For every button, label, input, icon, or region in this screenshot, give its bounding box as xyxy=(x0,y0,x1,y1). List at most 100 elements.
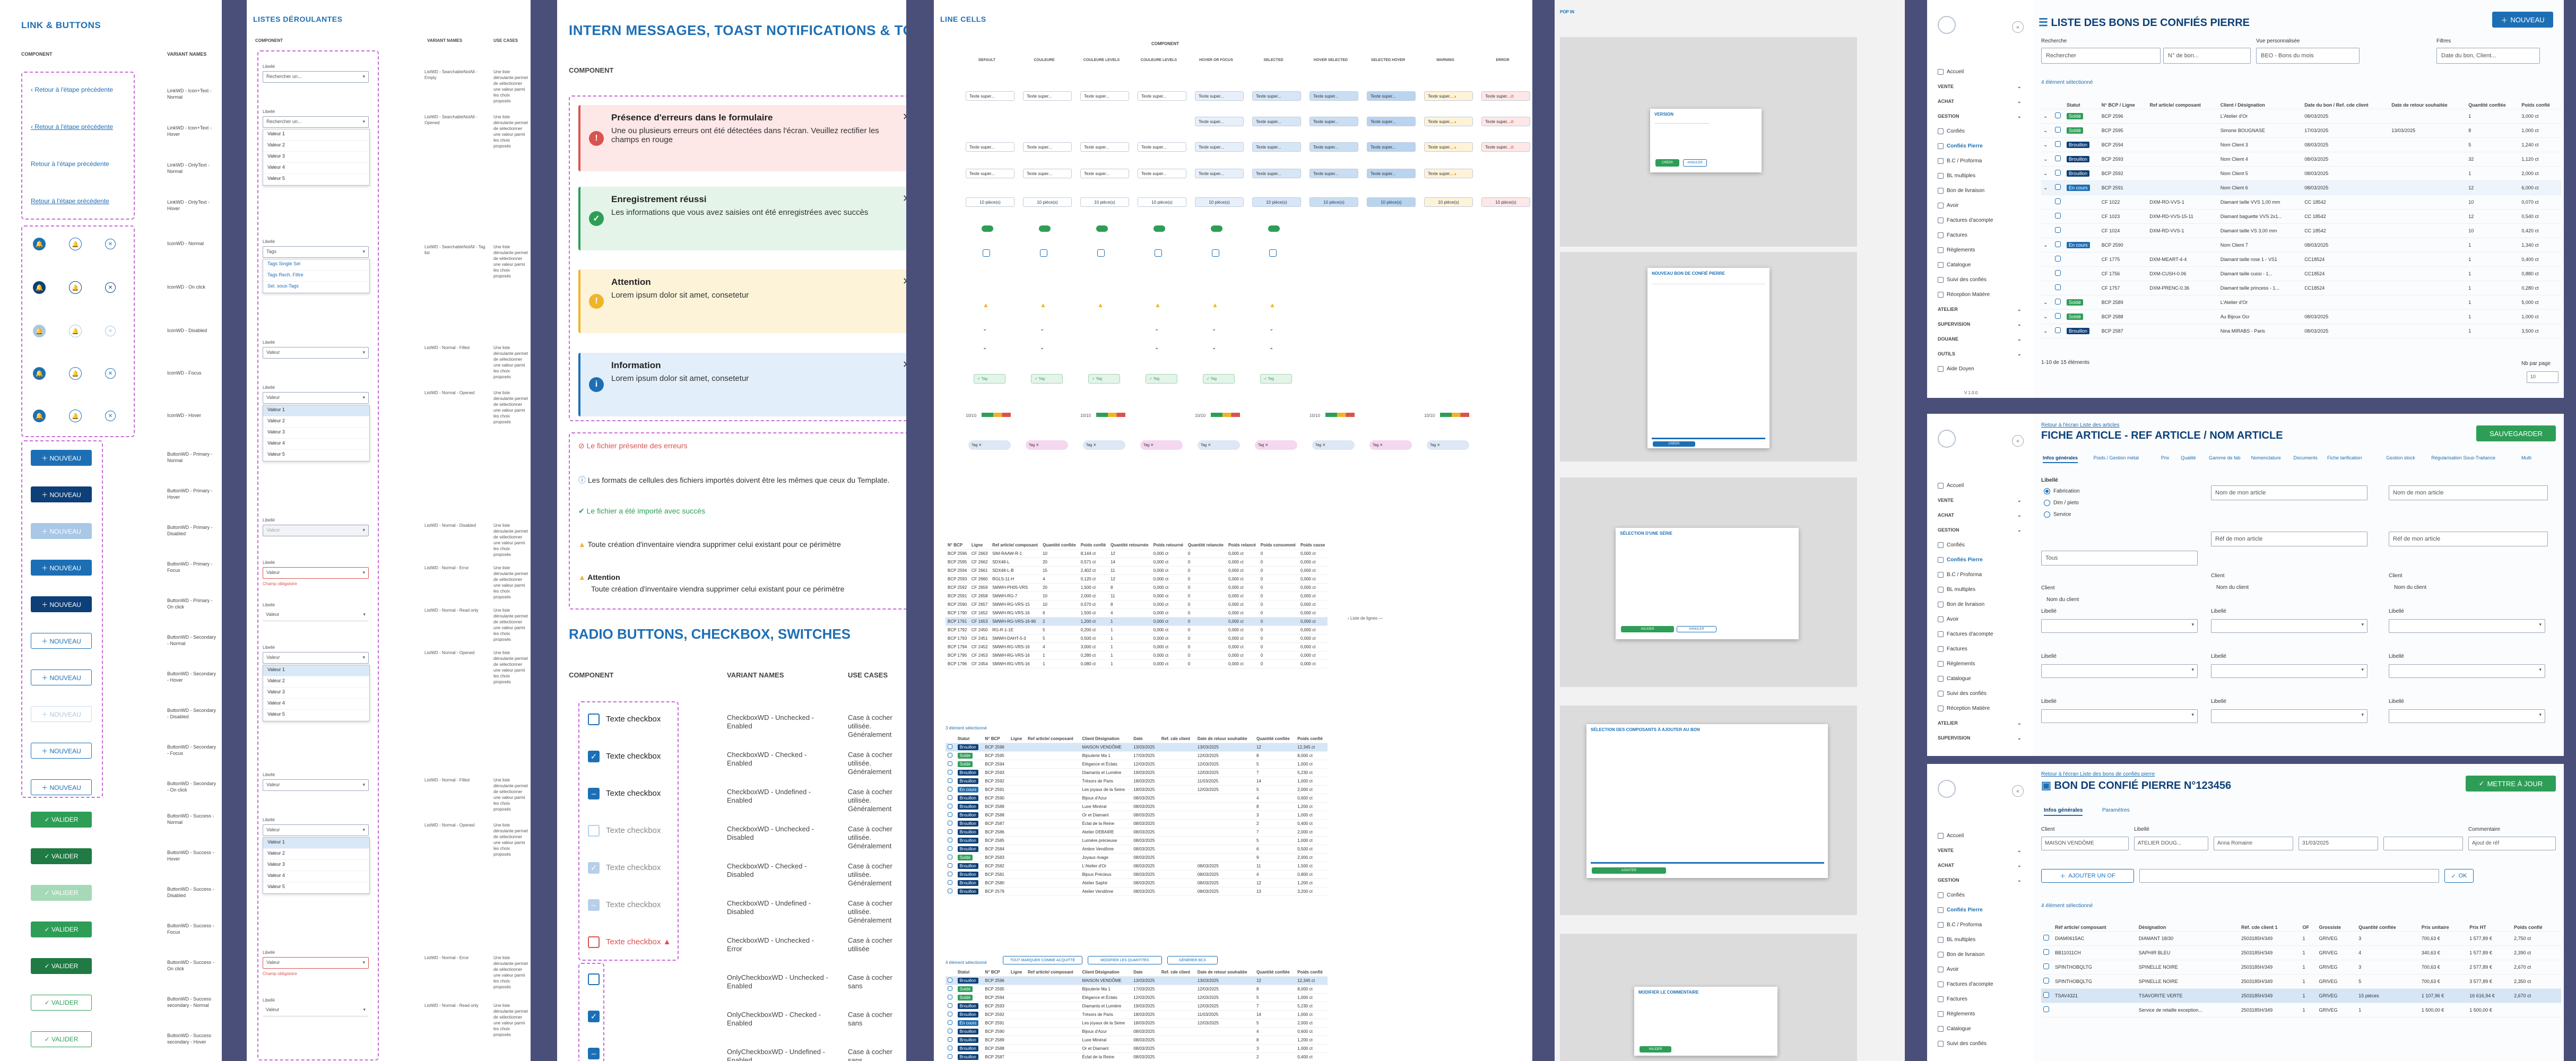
sidebar-item[interactable]: Factures d'acompte xyxy=(1938,631,1993,637)
sidebar-item[interactable]: B.C / Proforma xyxy=(1938,158,1982,164)
row-checkbox[interactable] xyxy=(948,880,952,885)
validate-button[interactable]: VALIDER xyxy=(1640,1046,1671,1053)
table-row[interactable]: BCP 1793 CF 2451 SMWH-DAHT-5-3 5 0,500 ct 1 0,… xyxy=(946,634,1328,643)
back-link-text[interactable]: Retour à l'étape précédente xyxy=(31,160,109,168)
close-icon[interactable]: ✕ xyxy=(105,368,116,379)
radio-icon[interactable] xyxy=(2044,511,2050,518)
sidebar-item[interactable]: BL multiples xyxy=(1938,587,1975,593)
table-row[interactable]: Brouillon BCP 2589 Luxe Minéral 08/03/2025 8… xyxy=(946,1036,1328,1045)
date-field-2[interactable] xyxy=(2383,837,2463,850)
row-checkbox[interactable] xyxy=(2055,213,2061,219)
table-row[interactable]: SPINTHOBQLTG SPINELLE NOIRE 2503185H/349 1 G… xyxy=(2041,960,2561,975)
chevron-icon[interactable]: ⌄ xyxy=(1040,326,1044,332)
row-checkbox[interactable] xyxy=(2055,256,2061,262)
sidebar-item[interactable]: Règlements xyxy=(1938,1011,1975,1017)
sidebar-item[interactable]: GESTION ⌄ xyxy=(1938,877,2022,883)
tab[interactable]: Qualité xyxy=(2181,455,2196,460)
table-row[interactable]: CF 1024 DXM-RD-VVS-1 Diamant taille VS 3,0… xyxy=(2041,223,2561,238)
cancel-button[interactable]: ANNULER xyxy=(1683,159,1707,167)
row-checkbox[interactable] xyxy=(948,761,952,766)
text-cell[interactable]: Texte super... xyxy=(1252,117,1301,126)
dropdown-option[interactable]: Valeur 2 xyxy=(263,141,369,152)
sidebar-item[interactable]: ACHAT ⌄ xyxy=(1938,863,2022,868)
row-checkbox[interactable] xyxy=(948,1003,952,1008)
dropdown-field[interactable]: Valeur ▾ xyxy=(263,610,369,621)
dropdown-option[interactable]: Valeur 3 xyxy=(263,688,369,699)
back-link[interactable]: Retour à l'écran Liste des bons de confi… xyxy=(2041,771,2155,777)
table-row[interactable]: ⌄ Brouillon BCP 2592 Nom Client 5 08/03/2025… xyxy=(2041,166,2561,181)
view-select[interactable]: BEO - Bons du mois xyxy=(2256,48,2360,64)
chevron-down-icon[interactable]: ⌄ xyxy=(2043,300,2048,306)
dropdown-field[interactable]: Valeur ▾ xyxy=(263,392,369,404)
article-name-input[interactable]: Nom de mon article xyxy=(2211,485,2367,500)
text-cell[interactable]: Texte super... xyxy=(1367,117,1416,126)
new-button[interactable]: ＋ NOUVEAU xyxy=(31,596,92,612)
table-row[interactable]: Brouillon BCP 2590 Bijoux d'Azur 08/03/2025… xyxy=(946,794,1328,803)
close-icon[interactable]: ✕ xyxy=(105,411,116,421)
table-row[interactable]: TSAV4321 TSAVORITE VERTE 2503185H/349 1 GRIV… xyxy=(2041,988,2561,1003)
row-checkbox[interactable] xyxy=(948,787,952,792)
checkbox[interactable] xyxy=(1097,249,1105,257)
table-row[interactable]: En cours BCP 2591 Les joyaux de la Seine 18… xyxy=(946,1019,1328,1028)
row-checkbox[interactable] xyxy=(2055,313,2061,319)
text-cell[interactable]: Texte super... ▲ xyxy=(1424,142,1473,152)
article-name-input-2[interactable]: Nom de mon article xyxy=(2389,485,2548,500)
table-row[interactable]: Brouillon BCP 2584 Ambre Vendôme 08/03/2025… xyxy=(946,845,1328,854)
text-cell[interactable]: Texte super... xyxy=(1309,142,1358,152)
checkbox[interactable] xyxy=(1155,249,1162,257)
dropdown-option[interactable]: Valeur 1 xyxy=(263,838,369,849)
table-row[interactable]: ⌄ Brouillon BCP 2593 Nom Client 4 08/03/2025… xyxy=(2041,152,2561,167)
article-ref-input-2[interactable]: Réf de mon article xyxy=(2389,532,2548,546)
sidebar-item[interactable]: VENTE ⌄ xyxy=(1938,84,2022,90)
table-row[interactable]: Brouillon BCP 2592 Trésors de Paris 18/03/2… xyxy=(946,777,1328,786)
row-checkbox[interactable] xyxy=(948,846,952,851)
bell-icon-button[interactable]: 🔔 xyxy=(33,367,46,380)
sidebar-item[interactable]: Avoir xyxy=(1938,616,1959,622)
empty-select[interactable]: ▾ xyxy=(2041,709,2198,723)
sidebar-item[interactable]: BL multiples xyxy=(1938,173,1975,179)
row-checkbox[interactable] xyxy=(2043,1006,2049,1012)
row-checkbox[interactable] xyxy=(2055,155,2061,161)
table-row[interactable]: CF 1022 DXM-RO-VVS-1 Diamant taille VVS 1,… xyxy=(2041,195,2561,210)
new-button[interactable]: ＋ NOUVEAU xyxy=(31,669,92,685)
chevron-icon[interactable]: ⌃ xyxy=(1155,347,1159,353)
type-select[interactable]: Anna Romaine xyxy=(2214,837,2293,850)
tag-chip[interactable]: Tag ✕ xyxy=(1198,440,1240,450)
row-checkbox[interactable] xyxy=(2043,992,2049,998)
text-cell[interactable]: Texte super... xyxy=(1309,91,1358,101)
row-checkbox[interactable] xyxy=(948,778,952,783)
sidebar-item[interactable]: Confiés Pierre xyxy=(1938,143,1983,149)
table-row[interactable]: Brouillon BCP 2587 Éclat de la Reine 08/03/… xyxy=(946,819,1328,828)
text-cell[interactable]: Texte super... xyxy=(1138,142,1186,152)
atelier-select[interactable]: ATELIER DOUG... xyxy=(2134,837,2208,850)
empty-select[interactable]: ▾ xyxy=(2041,664,2198,678)
text-cell[interactable]: Texte super... xyxy=(1367,91,1416,101)
table-row[interactable]: BCP 2596 CF 2663 SIM-RAAW-R-1 10 8,144 ct 12 0… xyxy=(946,549,1328,558)
table-row[interactable]: Brouillon BCP 2592 Trésors de Paris 18/03/2… xyxy=(946,1010,1328,1019)
table-row[interactable]: Brouillon BCP 2588 Or et Diamant 08/03/2025… xyxy=(946,811,1328,820)
collapse-icon[interactable]: « xyxy=(2012,435,2024,447)
comment-field[interactable]: Ajout de réf xyxy=(2468,837,2556,850)
add-of-button[interactable]: ＋ AJOUTER UN OF xyxy=(2041,869,2134,883)
tag-chip[interactable]: Tag ✕ xyxy=(1083,440,1125,450)
sidebar-item[interactable]: Confiés Pierre xyxy=(1938,557,1983,563)
qty-cell[interactable]: 10 pièce(s) xyxy=(1309,197,1358,207)
close-icon[interactable]: ✕ xyxy=(903,359,906,370)
sidebar-item[interactable]: Confiés xyxy=(1938,128,1965,134)
tag-chip[interactable]: Tag ✕ xyxy=(968,440,1011,450)
dropdown-option[interactable]: Valeur 4 xyxy=(263,871,369,882)
dropdown-field[interactable]: Valeur ▾ xyxy=(263,347,369,359)
text-cell[interactable]: Texte super... ⊘ xyxy=(1481,117,1530,126)
table-row[interactable]: BCP 2595 CF 2662 SDX48-L 20 0,571 ct 14 0,000 … xyxy=(946,558,1328,567)
row-checkbox[interactable] xyxy=(948,770,952,775)
row-checkbox[interactable] xyxy=(2043,978,2049,984)
close-icon[interactable]: ✕ xyxy=(903,111,906,123)
row-checkbox[interactable] xyxy=(948,753,952,758)
row-checkbox[interactable] xyxy=(2055,198,2061,204)
row-checkbox[interactable] xyxy=(948,995,952,999)
validate-button[interactable]: ✓ VALIDER xyxy=(31,848,92,864)
row-checkbox[interactable] xyxy=(948,889,952,893)
text-cell[interactable]: Texte super... xyxy=(1023,169,1072,178)
text-cell[interactable]: Texte super... xyxy=(1195,142,1244,152)
checkbox[interactable]: – xyxy=(588,899,600,911)
